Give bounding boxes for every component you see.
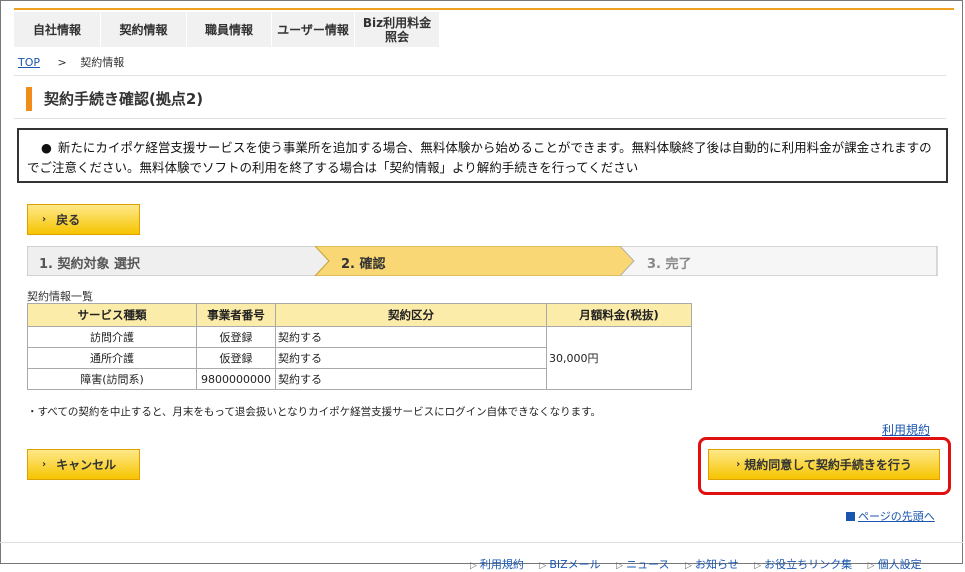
step-1-label: 1. 契約対象 選択 [39,257,141,272]
step-arrows [27,246,938,276]
table-caption: 契約情報一覧 [27,290,93,303]
breadcrumb: TOP > 契約情報 [18,54,124,70]
number-cell: 仮登録 [196,326,276,348]
breadcrumb-separator: > [57,56,67,69]
footer-link-settings[interactable]: ▷ 個人設定 [868,558,922,571]
triangle-right-icon: ▷ [867,561,875,571]
footer-link-terms[interactable]: ▷ 利用規約 [470,558,524,571]
footer-label: お役立ちリンク集 [764,558,853,571]
nav-biz-fee[interactable]: Biz利用料金 照会 [355,12,440,47]
contract-type-cell: 契約する [275,368,547,390]
footer-link-bizmail[interactable]: ▷ BIZメール [539,558,600,571]
cancellation-note: ・すべての契約を中止すると、月末をもって退会扱いとなりカイポケ経営支援サービスに… [27,406,602,418]
step-2-label: 2. 確認 [341,257,386,272]
number-cell: 仮登録 [196,347,276,369]
triangle-right-icon: ▷ [616,561,624,571]
page-top-label: ページの先頭へ [858,510,935,523]
triangle-right-icon: ▷ [539,561,547,571]
service-cell: 障害(訪問系) [27,368,197,390]
nav-label: 契約情報 [119,22,168,37]
contract-table: サービス種類 事業者番号 契約区分 月額料金(税抜) 訪問介護 仮登録 契約する… [27,303,692,390]
service-cell: 訪問介護 [27,326,197,348]
footer-links: ▷ 利用規約 ▷ BIZメール ▷ ニュース ▷ お知らせ ▷ お役立ちリンク集 ▷ 個人設… [470,556,934,572]
footer-link-news[interactable]: ▷ ニュース [616,558,669,571]
divider [0,542,963,543]
agree-button-label: 規約同意して契約手続きを行う [744,458,912,472]
triangle-right-icon: ▷ [470,561,477,571]
divider [14,118,946,119]
back-button-label: 戻る [56,213,81,227]
top-navigation: 自社情報 契約情報 職員情報 ユーザー情報 Biz利用料金 照会 [14,8,954,49]
title-accent-bar [26,87,32,111]
column-header: サービス種類 [27,303,197,327]
nav-label: 自社情報 [32,22,81,37]
nav-contract-info[interactable]: 契約情報 [101,12,187,47]
nav-label: Biz利用料金 照会 [362,15,432,44]
terms-link[interactable]: 利用規約 [882,421,930,438]
table-row: 訪問介護 仮登録 契約する 30,000円 [27,326,692,390]
back-button[interactable]: › 戻る [27,204,140,235]
footer-label: お知らせ [694,558,739,571]
notice-text: 新たにカイポケ経営支援サービスを使う事業所を追加する場合、無料体験から始めること… [27,140,932,175]
cancel-button[interactable]: › キャンセル [27,449,140,480]
triangle-right-icon: ▷ [754,561,762,571]
step-3-label: 3. 完了 [647,257,692,272]
contract-type-cell: 契約する [275,347,547,369]
divider [14,75,946,76]
footer-label: 利用規約 [479,558,524,571]
page-top-link[interactable]: ページの先頭へ [846,508,935,524]
chevron-right-icon: › [42,214,47,225]
monthly-fee-cell: 30,000円 [546,326,692,390]
column-header: 月額料金(税抜) [546,303,692,327]
column-header: 契約区分 [275,303,547,327]
bullet-icon: ● [41,140,52,155]
chevron-right-icon: › [736,459,741,470]
nav-label: 職員情報 [204,22,253,37]
breadcrumb-current: 契約情報 [80,56,125,69]
table-header-row: サービス種類 事業者番号 契約区分 月額料金(税抜) [27,303,692,327]
contract-type-cell: 契約する [275,326,547,348]
page-title: 契約手続き確認(拠点2) [44,90,204,108]
column-header: 事業者番号 [196,303,276,327]
breadcrumb-top-link[interactable]: TOP [18,56,40,69]
footer-link-notices[interactable]: ▷ お知らせ [685,558,739,571]
number-cell: 9800000000 [196,368,276,390]
nav-user-info[interactable]: ユーザー情報 [272,12,355,47]
service-cell: 通所介護 [27,347,197,369]
footer-link-useful[interactable]: ▷ お役立ちリンク集 [754,558,852,571]
chevron-right-icon: › [42,459,47,470]
footer-label: BIZメール [549,558,601,571]
arrow-up-icon [846,512,855,521]
notice-box: ● 新たにカイポケ経営支援サービスを使う事業所を追加する場合、無料体験から始めるこ… [17,128,948,183]
nav-label: ユーザー情報 [277,22,349,37]
nav-company-info[interactable]: 自社情報 [14,12,101,47]
triangle-right-icon: ▷ [685,561,692,571]
nav-staff-info[interactable]: 職員情報 [187,12,272,47]
step-indicator: 1. 契約対象 選択 2. 確認 3. 完了 [27,246,938,276]
agree-and-contract-button[interactable]: › 規約同意して契約手続きを行う [708,449,940,480]
cancel-button-label: キャンセル [56,458,117,472]
footer-label: ニュース [626,558,670,571]
footer-label: 個人設定 [877,558,922,571]
